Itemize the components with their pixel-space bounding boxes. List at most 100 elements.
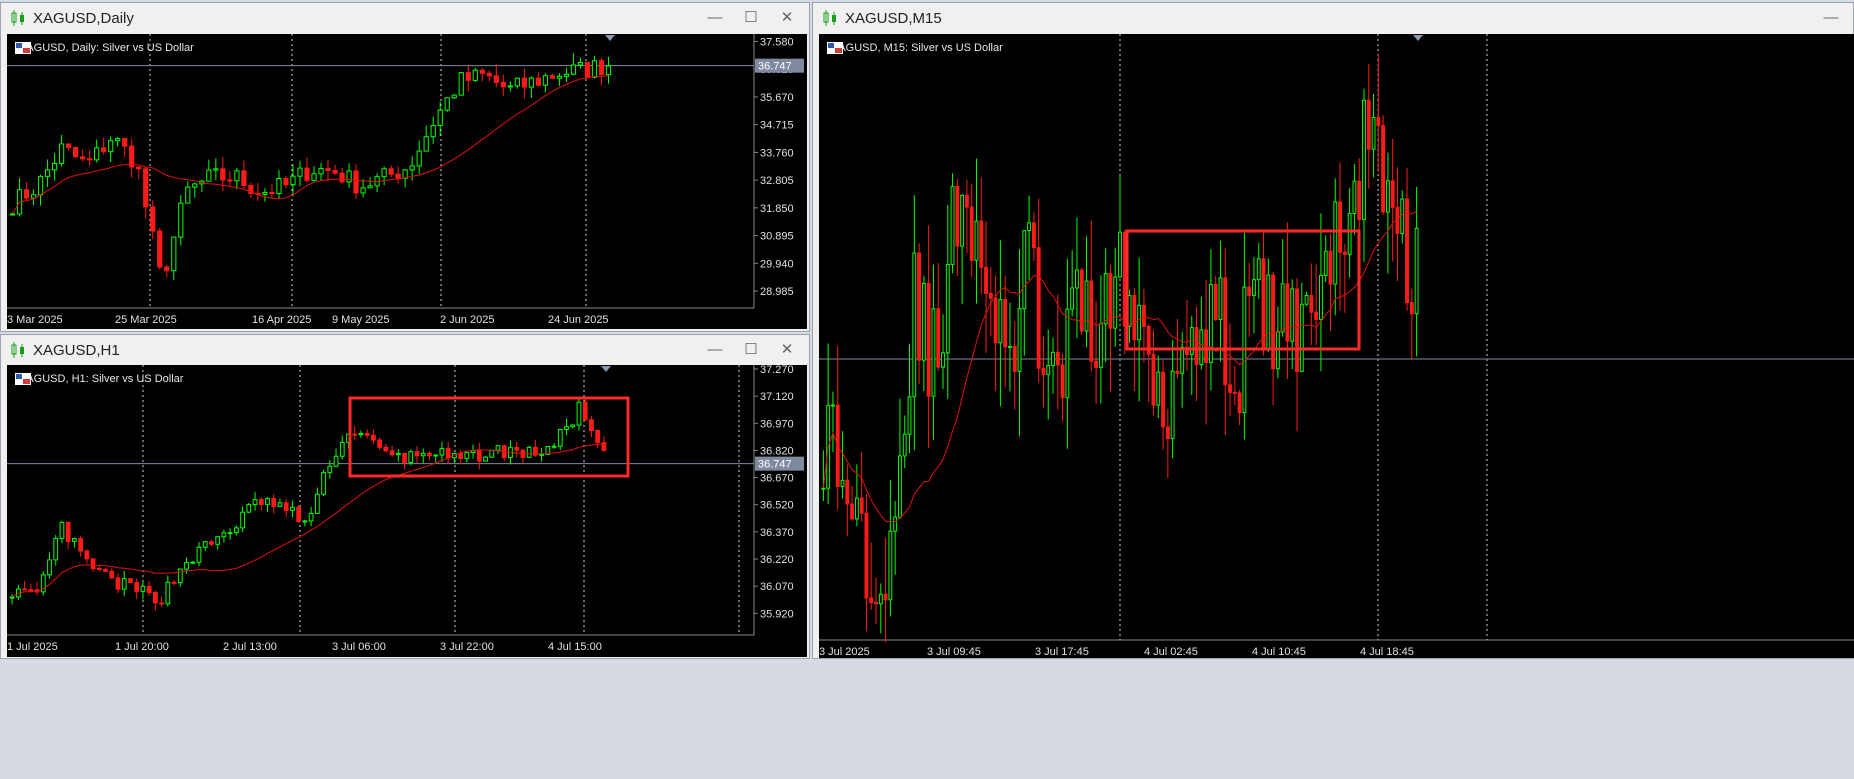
candle-body bbox=[339, 441, 345, 457]
candle-body bbox=[1008, 345, 1012, 348]
chart-svg[interactable]: 37.270 37.120 36.970 36.820 36.670 36.520 36.3… bbox=[7, 365, 807, 657]
minimize-button[interactable]: — bbox=[701, 340, 729, 360]
y-tick-label: 30.895 bbox=[760, 231, 794, 243]
candle-body bbox=[964, 194, 969, 208]
candlestick-icon bbox=[823, 10, 836, 26]
candle-body bbox=[196, 546, 202, 563]
candle-body bbox=[974, 220, 979, 261]
x-tick-label: 24 Jun 2025 bbox=[548, 314, 609, 326]
close-button[interactable]: ✕ bbox=[773, 8, 801, 28]
candle-body bbox=[950, 185, 955, 265]
candle-body bbox=[358, 432, 364, 436]
chart-background bbox=[819, 34, 1854, 658]
candle-body bbox=[395, 173, 401, 179]
candle-body bbox=[1132, 295, 1137, 341]
candle-body bbox=[945, 263, 950, 354]
candle-body bbox=[1223, 277, 1228, 386]
candle-body bbox=[121, 578, 127, 590]
candle-body bbox=[192, 183, 198, 188]
candle-body bbox=[333, 455, 339, 467]
candle-body bbox=[465, 72, 471, 81]
candle-body bbox=[227, 179, 233, 182]
window-titlebar[interactable]: XAGUSD,M15 bbox=[813, 3, 1853, 33]
candle-body bbox=[598, 60, 605, 76]
candle-body bbox=[549, 75, 556, 79]
candle-body bbox=[262, 191, 268, 195]
candle-body bbox=[28, 589, 34, 592]
minimize-button[interactable]: — bbox=[701, 8, 729, 28]
candlestick-icon bbox=[11, 342, 24, 358]
chart-window-m15[interactable]: XAGUSD,M15 — 3 Jul 2025 3 Jul 09:45 3 Jul … bbox=[812, 2, 1854, 659]
candle-body bbox=[912, 252, 917, 398]
candle-body bbox=[202, 541, 208, 548]
candle-body bbox=[339, 172, 345, 183]
candle-body bbox=[159, 602, 164, 605]
candle-body bbox=[402, 452, 407, 463]
close-button[interactable]: ✕ bbox=[773, 340, 801, 360]
candle-body bbox=[464, 452, 470, 459]
candle-body bbox=[514, 77, 520, 87]
candle-body bbox=[269, 191, 275, 195]
candle-body bbox=[165, 581, 171, 605]
y-tick-label: 37.120 bbox=[760, 391, 794, 403]
candle-body bbox=[171, 581, 177, 584]
chart-window-daily[interactable]: XAGUSD,Daily — ☐ ✕ 37.58036.62535.67034.… bbox=[0, 2, 810, 332]
candle-body bbox=[227, 532, 233, 535]
candle-body bbox=[483, 456, 488, 462]
candle-body bbox=[1194, 327, 1199, 366]
price-chart[interactable]: 3 Jul 2025 3 Jul 09:45 3 Jul 17:45 4 Jul 02… bbox=[819, 34, 1854, 658]
candle-body bbox=[495, 445, 501, 451]
candle-body bbox=[58, 143, 65, 164]
y-tick-label: 37.270 bbox=[760, 365, 794, 376]
chart-svg[interactable]: 3 Jul 2025 3 Jul 09:45 3 Jul 17:45 4 Jul 02… bbox=[819, 34, 1854, 658]
y-tick-label: 36.220 bbox=[760, 554, 794, 566]
candle-body bbox=[1271, 274, 1276, 370]
candle-body bbox=[1323, 250, 1328, 276]
candle-body bbox=[153, 592, 158, 604]
window-titlebar[interactable]: XAGUSD,H1 bbox=[1, 335, 809, 365]
chart-background bbox=[7, 365, 807, 657]
candle-body bbox=[1256, 258, 1261, 281]
candle-body bbox=[360, 187, 366, 194]
candle-body bbox=[44, 169, 51, 177]
price-chart[interactable]: 37.270 37.120 36.970 36.820 36.670 36.520 36.3… bbox=[7, 365, 807, 657]
candle-body bbox=[308, 512, 314, 522]
minimize-button[interactable]: — bbox=[1817, 8, 1845, 28]
candle-body bbox=[190, 561, 196, 564]
candle-body bbox=[1338, 201, 1342, 253]
x-tick-label: 3 Jul 17:45 bbox=[1035, 646, 1089, 658]
chart-svg[interactable]: 37.58036.62535.67034.71533.76032.80531.8… bbox=[7, 34, 807, 329]
candle-body bbox=[1290, 288, 1295, 342]
candle-body bbox=[408, 451, 414, 463]
candle-body bbox=[1385, 180, 1390, 213]
candle-body bbox=[493, 75, 499, 83]
candle-body bbox=[577, 61, 584, 66]
candle-body bbox=[1075, 269, 1079, 289]
candle-body bbox=[439, 447, 445, 456]
candle-body bbox=[47, 559, 52, 576]
candle-body bbox=[94, 147, 100, 161]
candle-body bbox=[65, 521, 71, 542]
candle-body bbox=[252, 499, 258, 506]
candle-body bbox=[1089, 280, 1094, 362]
candle-body bbox=[591, 60, 598, 78]
candle-body bbox=[1390, 180, 1395, 208]
candle-body bbox=[311, 173, 317, 181]
candle-body bbox=[605, 65, 612, 76]
current-price-label: 36.747 bbox=[758, 459, 792, 471]
candle-body bbox=[576, 401, 582, 426]
candle-body bbox=[59, 521, 65, 539]
maximize-button[interactable]: ☐ bbox=[737, 8, 765, 28]
candle-body bbox=[821, 487, 826, 490]
window-title: XAGUSD,Daily bbox=[33, 9, 134, 27]
maximize-button[interactable]: ☐ bbox=[737, 340, 765, 360]
candle-body bbox=[864, 512, 869, 599]
x-tick-label: 3 Mar 2025 bbox=[7, 314, 63, 326]
candle-body bbox=[1318, 274, 1323, 320]
candle-body bbox=[1376, 116, 1381, 127]
candle-body bbox=[325, 168, 331, 172]
price-chart[interactable]: 37.58036.62535.67034.71533.76032.80531.8… bbox=[7, 34, 807, 329]
candle-body bbox=[917, 252, 922, 361]
chart-window-h1[interactable]: XAGUSD,H1 — ☐ ✕ 37.270 37.120 36.970 36.820… bbox=[0, 334, 810, 659]
window-titlebar[interactable]: XAGUSD,Daily bbox=[1, 3, 809, 33]
